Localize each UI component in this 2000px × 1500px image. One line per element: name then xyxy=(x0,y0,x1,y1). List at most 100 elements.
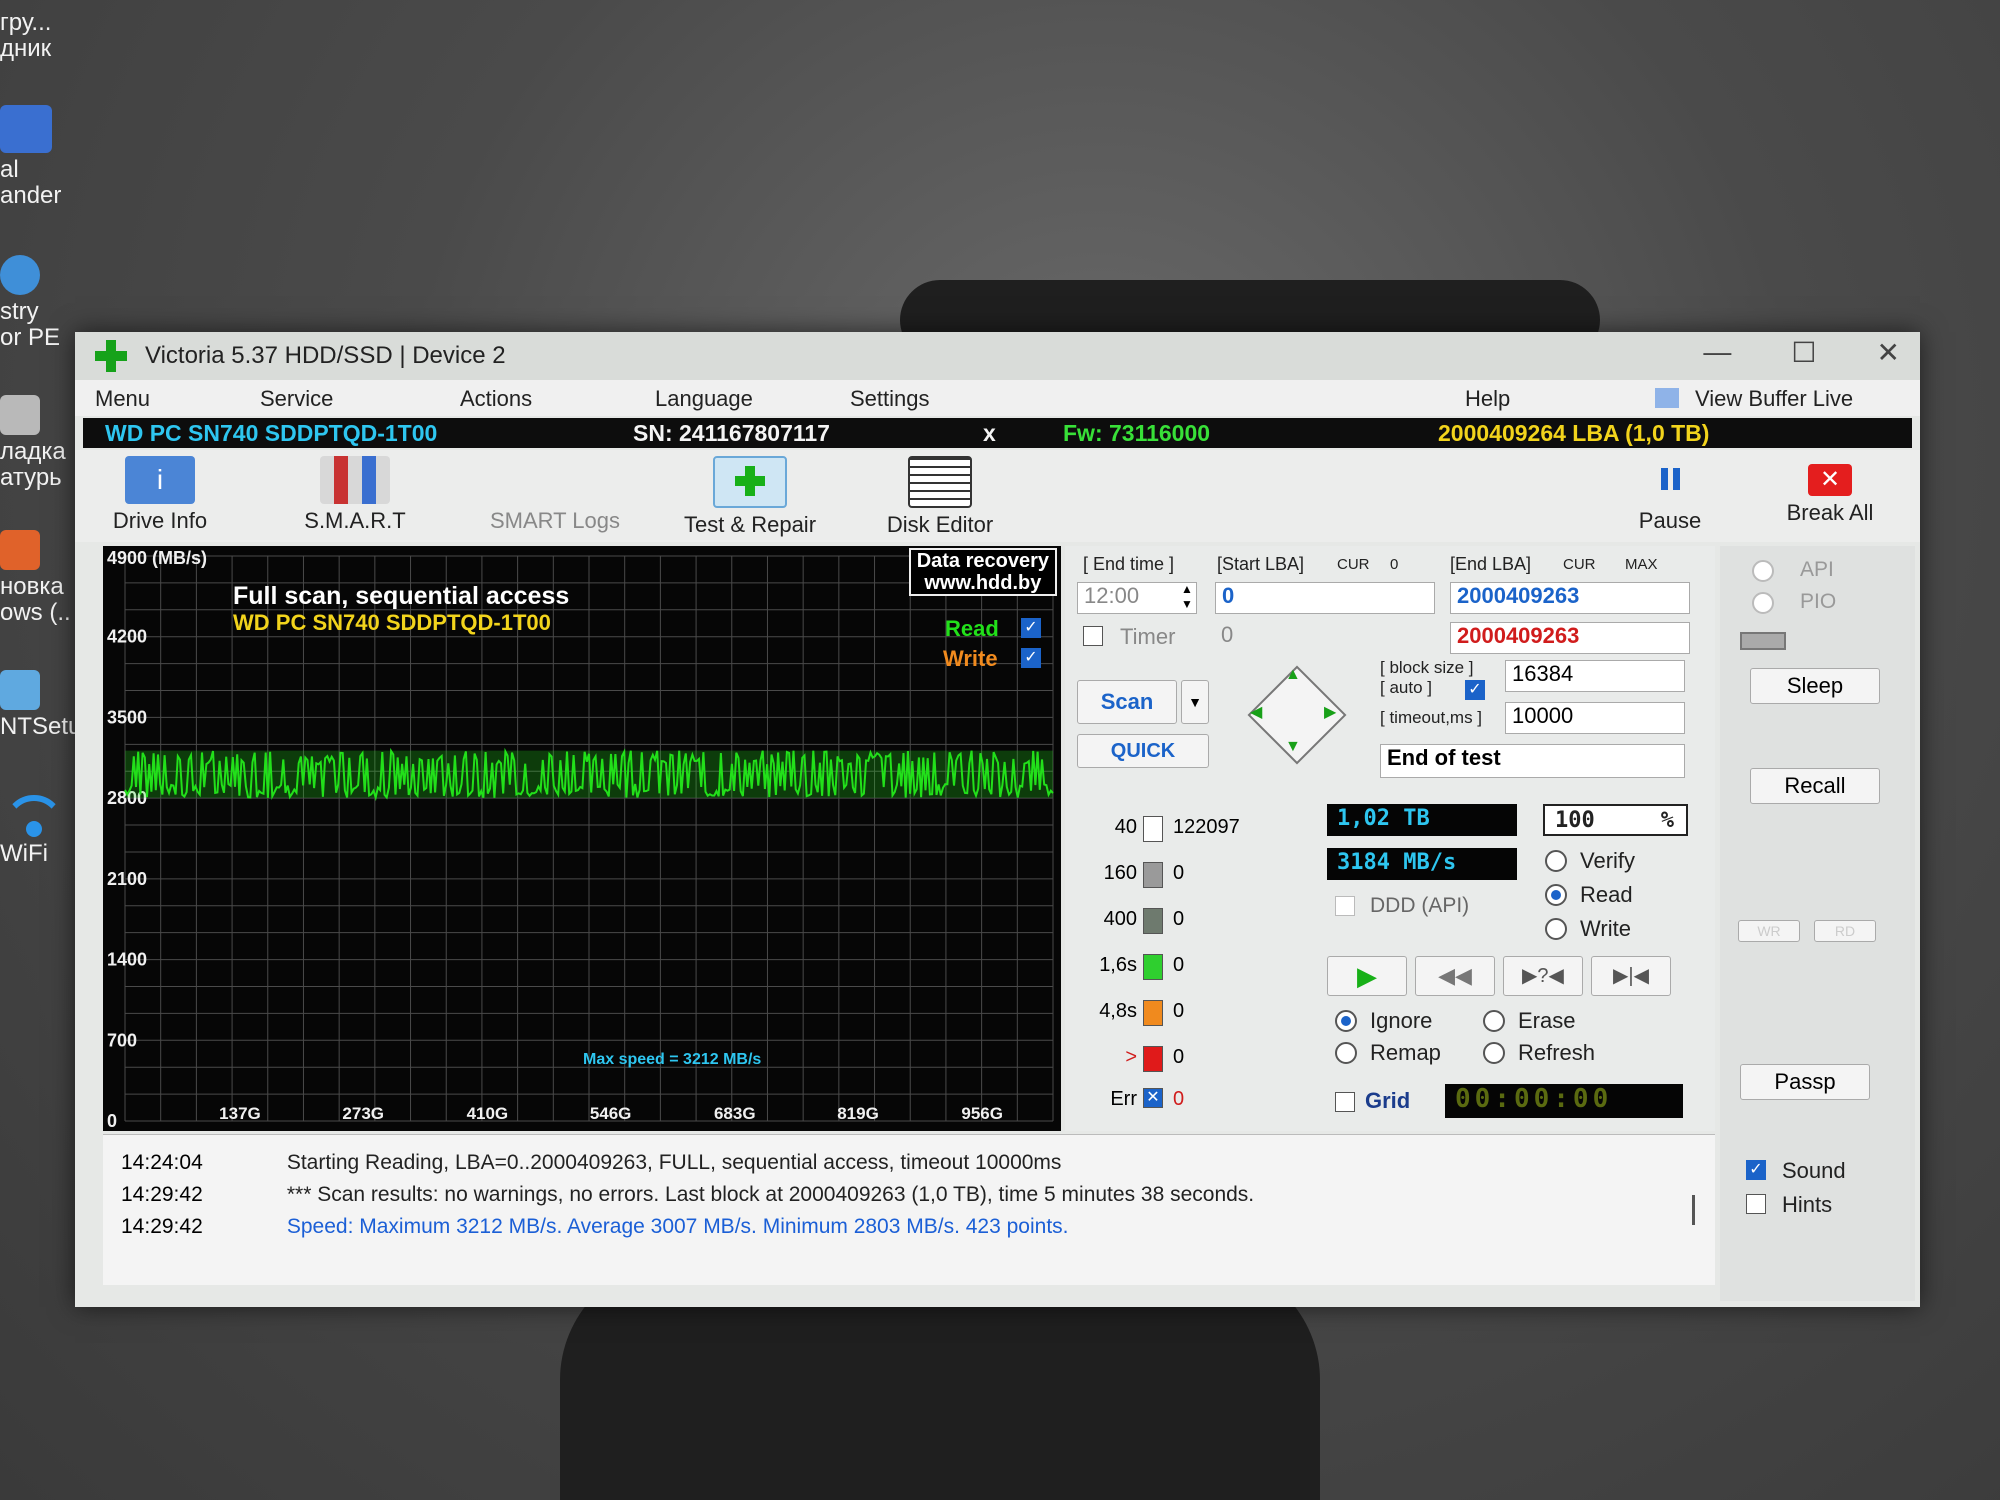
timeout-select[interactable]: 10000 xyxy=(1505,702,1685,734)
grid-checkbox[interactable] xyxy=(1335,1092,1355,1112)
smart-logs-button[interactable]: SMART Logs xyxy=(470,456,640,534)
rewind-button[interactable]: ◀◀ xyxy=(1415,956,1495,996)
block-size-select[interactable]: 16384 xyxy=(1505,660,1685,692)
erase-label: Erase xyxy=(1518,1008,1576,1033)
menu-item-service[interactable]: Service xyxy=(260,386,333,412)
data-recovery-promo[interactable]: Data recovery www.hdd.by xyxy=(908,548,1057,596)
graph-title: Full scan, sequential access xyxy=(233,582,570,610)
menu-item-settings[interactable]: Settings xyxy=(850,386,930,412)
passp-button[interactable]: Passp xyxy=(1740,1064,1870,1100)
close-button[interactable]: ✕ xyxy=(1877,336,1900,369)
arrow-up-icon[interactable]: ▲ xyxy=(1285,666,1301,684)
error-icon: ✕ xyxy=(1143,1088,1163,1108)
test-repair-button[interactable]: Test & Repair xyxy=(665,456,835,538)
scan-button[interactable]: Scan xyxy=(1077,680,1177,724)
start-lba-label: [Start LBA] xyxy=(1217,554,1305,574)
menu-item-menu[interactable]: Menu xyxy=(95,386,150,412)
read-speed-band xyxy=(125,750,1053,798)
counter-swatch xyxy=(1143,816,1163,842)
promo-line-1: Data recovery xyxy=(916,550,1049,572)
arrow-right-icon[interactable]: ▶ xyxy=(1324,702,1336,722)
verify-radio[interactable] xyxy=(1545,850,1567,872)
desktop-icon[interactable]: al ander xyxy=(0,105,120,209)
remap-radio[interactable] xyxy=(1335,1042,1357,1064)
menu-item-actions[interactable]: Actions xyxy=(460,386,532,412)
log-entry: 14:29:42 Speed: Maximum 3212 MB/s. Avera… xyxy=(121,1215,1069,1239)
scan-dropdown-icon[interactable]: ▼ xyxy=(1181,680,1209,724)
log-scrollbar[interactable] xyxy=(1692,1195,1695,1225)
skip-end-button[interactable]: ▶|◀ xyxy=(1591,956,1671,996)
start-lba-input[interactable]: 0 xyxy=(1215,582,1435,614)
arrow-left-icon[interactable]: ◀ xyxy=(1250,702,1262,722)
test-repair-icon xyxy=(713,456,787,508)
drive-info-button[interactable]: i Drive Info xyxy=(85,456,235,534)
sleep-button[interactable]: Sleep xyxy=(1750,668,1880,704)
read-radio[interactable] xyxy=(1545,884,1567,906)
remap-label: Remap xyxy=(1370,1040,1441,1065)
timer-checkbox[interactable] xyxy=(1083,626,1103,646)
sound-checkbox[interactable]: ✓ xyxy=(1746,1160,1766,1180)
menu-item-help[interactable]: Help xyxy=(1465,386,1510,412)
y-tick-label: 2100 xyxy=(107,869,147,889)
progress-percent-box: 100 % xyxy=(1543,804,1688,836)
start-cur-label[interactable]: CUR xyxy=(1337,556,1370,573)
timer-value[interactable]: 0 xyxy=(1215,622,1415,654)
end-action-select[interactable]: End of test xyxy=(1380,744,1685,778)
smart-label: S.M.A.R.T xyxy=(304,508,406,533)
refresh-radio[interactable] xyxy=(1483,1042,1505,1064)
install-windows-icon xyxy=(0,530,40,570)
start-cur-value[interactable]: 0 xyxy=(1390,556,1398,573)
drive-info-bar: WD PC SN740 SDDPTQD-1T00 SN: 24116780711… xyxy=(83,418,1912,448)
drive-serial: SN: 241167807117 xyxy=(633,420,830,446)
write-legend-checkbox[interactable]: ✓ xyxy=(1021,648,1041,668)
quick-button[interactable]: QUICK xyxy=(1077,734,1209,768)
direction-pad-icon[interactable]: ▲ ◀ ▶ ▼ xyxy=(1240,658,1350,768)
api-radio[interactable] xyxy=(1752,560,1774,582)
event-log[interactable]: 14:24:04 Starting Reading, LBA=0..200040… xyxy=(103,1134,1715,1285)
write-radio[interactable] xyxy=(1545,918,1567,940)
pio-radio[interactable] xyxy=(1752,592,1774,614)
log-text: Speed: Maximum 3212 MB/s. Average 3007 M… xyxy=(286,1215,1069,1238)
maximize-button[interactable]: ☐ xyxy=(1791,336,1816,369)
window-title: Victoria 5.37 HDD/SSD | Device 2 xyxy=(145,342,506,369)
counter-swatch xyxy=(1143,908,1163,934)
view-buffer-live[interactable]: View Buffer Live xyxy=(1695,386,1853,412)
play-button[interactable]: ▶ xyxy=(1327,956,1407,996)
drive-close-mark[interactable]: x xyxy=(983,420,996,447)
seek-button[interactable]: ▶?◀ xyxy=(1503,956,1583,996)
block-size-label: [ block size ] xyxy=(1380,658,1474,677)
auto-checkbox[interactable]: ✓ xyxy=(1465,680,1485,700)
hints-checkbox[interactable] xyxy=(1746,1194,1766,1214)
rd-indicator: RD xyxy=(1814,920,1876,942)
counter-label: 160 xyxy=(1103,862,1137,884)
read-legend-checkbox[interactable]: ✓ xyxy=(1021,618,1041,638)
break-all-button[interactable]: ✕ Break All xyxy=(1765,456,1895,526)
auto-label: [ auto ] xyxy=(1380,678,1432,697)
disk-editor-button[interactable]: Disk Editor xyxy=(865,456,1015,538)
end-cur-label[interactable]: CUR xyxy=(1563,556,1596,573)
scan-control-panel: [ End time ] 12:00 ▲ ▼ Timer 0 [Start LBA… xyxy=(1065,546,1715,1131)
counter-label: > xyxy=(1125,1046,1137,1068)
pause-button[interactable]: Pause xyxy=(1615,456,1725,534)
erase-radio[interactable] xyxy=(1483,1010,1505,1032)
menu-item-language[interactable]: Language xyxy=(655,386,753,412)
minimize-button[interactable]: — xyxy=(1703,336,1731,369)
smart-button[interactable]: S.M.A.R.T xyxy=(280,456,430,534)
y-tick-label: 3500 xyxy=(107,707,147,727)
desktop-icon[interactable]: гру... дник xyxy=(0,10,120,62)
drive-model[interactable]: WD PC SN740 SDDPTQD-1T00 xyxy=(105,420,437,447)
counter-value: 0 xyxy=(1173,908,1185,930)
disk-editor-label: Disk Editor xyxy=(886,512,994,537)
log-time: 14:29:42 xyxy=(121,1183,203,1206)
recall-button[interactable]: Recall xyxy=(1750,768,1880,804)
ddd-api-checkbox[interactable] xyxy=(1335,896,1355,916)
title-bar[interactable]: Victoria 5.37 HDD/SSD | Device 2 — ☐ ✕ xyxy=(75,332,1920,380)
end-lba-input[interactable]: 2000409263 xyxy=(1450,582,1690,614)
end-max-label[interactable]: MAX xyxy=(1625,556,1658,573)
elapsed-timer: 00:00:00 xyxy=(1445,1084,1683,1118)
ignore-radio[interactable] xyxy=(1335,1010,1357,1032)
end-time-spinner[interactable]: ▲ ▼ xyxy=(1177,582,1197,614)
x-tick-label: 956G xyxy=(961,1104,1003,1123)
graph-subtitle: WD PC SN740 SDDPTQD-1T00 xyxy=(233,610,551,635)
arrow-down-icon[interactable]: ▼ xyxy=(1285,738,1301,756)
